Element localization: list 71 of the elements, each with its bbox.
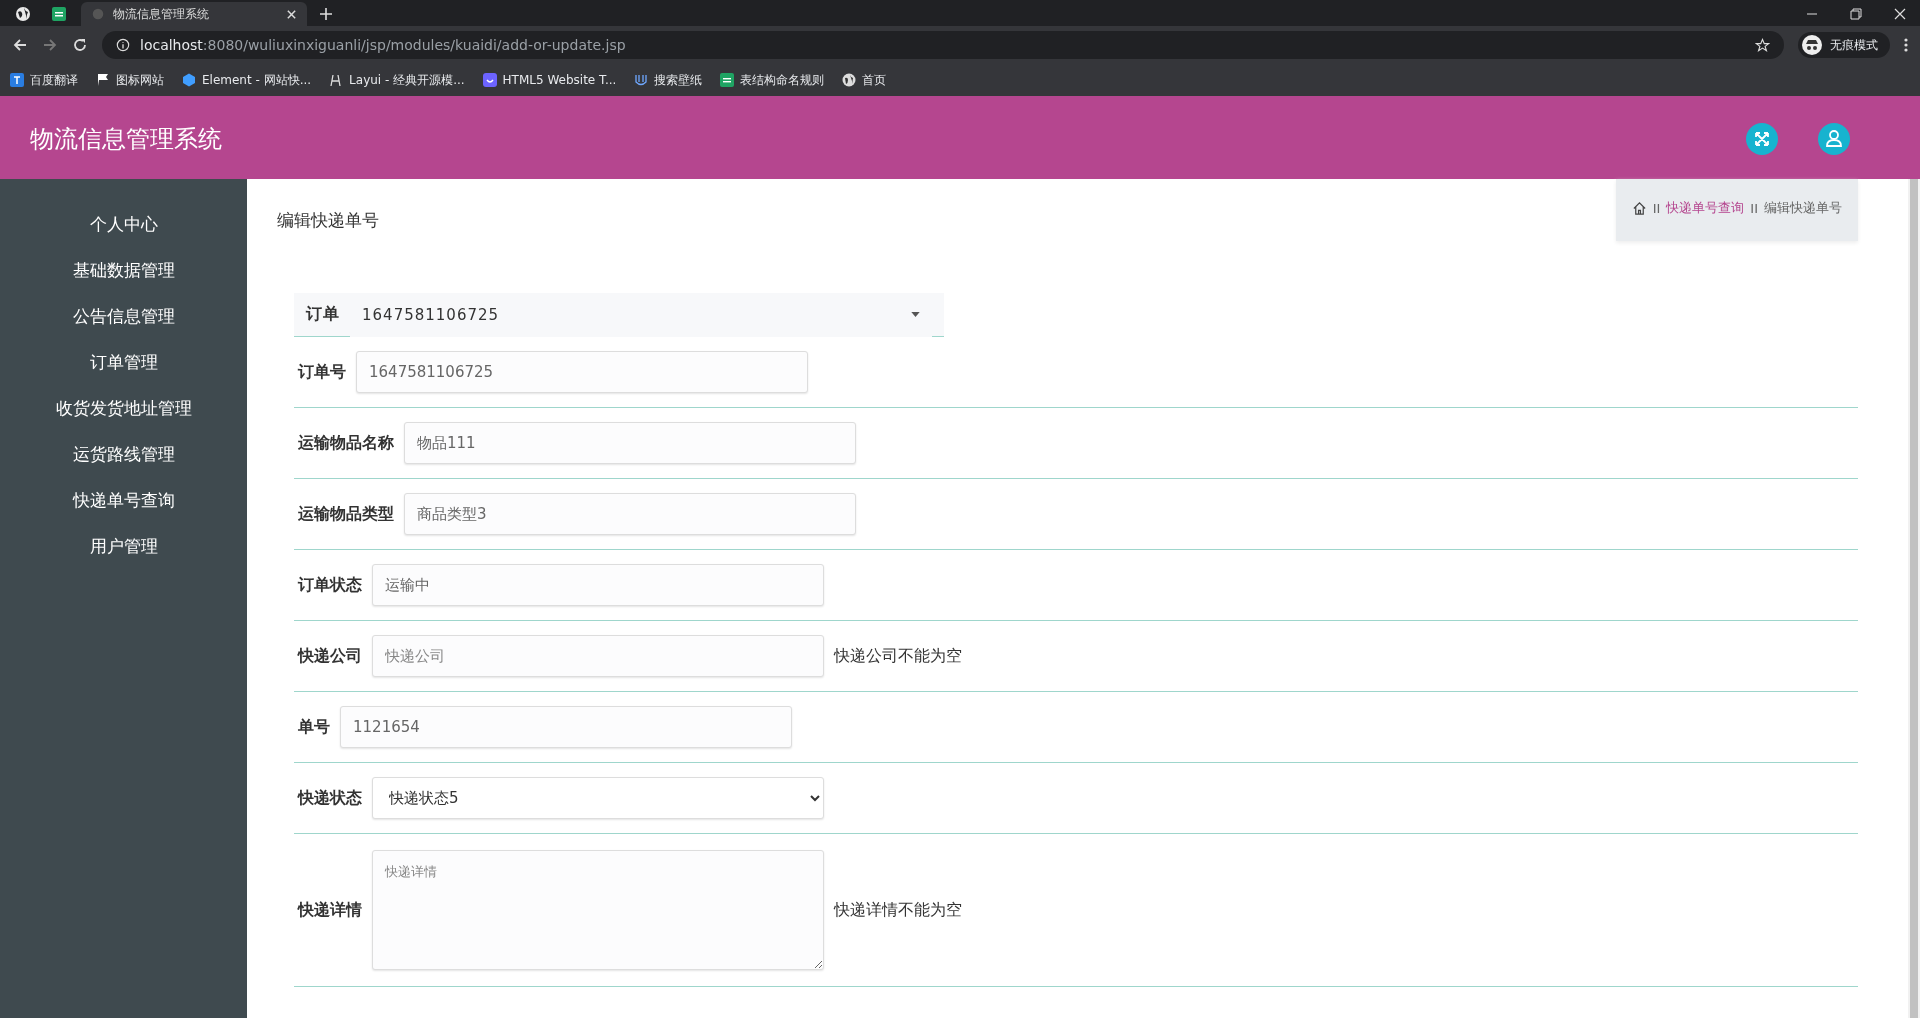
field-label: 快递公司 <box>298 645 362 667</box>
forward-icon[interactable] <box>42 37 58 53</box>
restore-icon[interactable] <box>1850 8 1862 20</box>
spreadsheet-icon <box>720 73 735 87</box>
input-field[interactable]: 快递公司 <box>372 635 824 677</box>
field-label: 快递状态 <box>298 787 362 809</box>
status-select[interactable]: 快递状态5 <box>372 777 824 819</box>
translate-icon <box>10 73 24 87</box>
input-field[interactable]: 运输中 <box>372 564 824 606</box>
input-field[interactable]: 1121654 <box>340 706 792 748</box>
bookmark[interactable]: 百度翻译 <box>10 71 78 89</box>
field-label: 运输物品类型 <box>298 503 394 525</box>
home-icon[interactable] <box>1631 200 1647 216</box>
breadcrumb-text: 编辑快递单号 <box>1764 199 1842 217</box>
globe-icon[interactable] <box>15 6 31 22</box>
url-text: localhost:8080/wuliuxinxiguanli/jsp/modules/kuaidi/add-or-update.jsp <box>140 37 627 53</box>
field-label: 运输物品名称 <box>298 432 394 454</box>
breadcrumb-separator: II <box>1652 200 1661 216</box>
ladder-icon <box>329 73 344 87</box>
sidebar-item[interactable]: 快递单号查询 <box>0 477 247 523</box>
sidebar-item[interactable]: 个人中心 <box>0 201 247 247</box>
browser-tab[interactable]: 物流信息管理系统 <box>81 2 307 26</box>
new-tab-icon[interactable] <box>319 7 333 21</box>
address-bar[interactable]: localhost:8080/wuliuxinxiguanli/jsp/modules/kuaidi/add-or-update.jsp <box>102 31 1784 59</box>
input-field[interactable]: 商品类型3 <box>404 493 856 535</box>
field-label: 订单号 <box>298 361 346 383</box>
reload-icon[interactable] <box>72 37 88 53</box>
breadcrumb-separator: II <box>1750 200 1758 216</box>
globe-icon <box>842 73 857 87</box>
close-icon[interactable] <box>1894 8 1906 20</box>
field-label: 单号 <box>298 716 330 738</box>
incognito-button[interactable]: 无痕模式 <box>1798 32 1890 58</box>
field-label: 快递详情 <box>298 899 362 921</box>
scrollbar[interactable] <box>1908 179 1920 1018</box>
hexagon-icon <box>182 73 196 87</box>
field-label: 订单状态 <box>298 574 362 596</box>
sidebar-item[interactable]: 订单管理 <box>0 339 247 385</box>
input-field[interactable]: 物品111 <box>404 422 856 464</box>
smile-icon <box>482 73 497 87</box>
close-icon[interactable] <box>286 8 297 20</box>
bookmark[interactable]: HTML5 Website T... <box>482 73 617 87</box>
spreadsheet-icon[interactable] <box>51 6 67 22</box>
user-button[interactable] <box>1818 123 1850 155</box>
fullscreen-button[interactable] <box>1746 123 1778 155</box>
back-icon[interactable] <box>12 37 28 53</box>
bookmark[interactable]: Layui - 经典开源模... <box>329 71 465 89</box>
caret-icon <box>911 312 920 317</box>
incognito-icon <box>1802 35 1822 55</box>
bookmark[interactable]: 图标网站 <box>96 71 164 89</box>
bookmark[interactable]: 搜索壁纸 <box>634 71 703 89</box>
breadcrumb-link[interactable]: 快递单号查询 <box>1666 199 1745 217</box>
sidebar-item[interactable]: 公告信息管理 <box>0 293 247 339</box>
sidebar-item[interactable]: 基础数据管理 <box>0 247 247 293</box>
sidebar-item[interactable]: 运货路线管理 <box>0 431 247 477</box>
input-field[interactable]: 1647581106725 <box>356 351 808 393</box>
menu-icon[interactable] <box>1904 37 1908 53</box>
bookmark[interactable]: 首页 <box>842 71 887 89</box>
details-textarea[interactable]: 快递详情 <box>372 850 824 970</box>
page-icon <box>91 7 105 21</box>
bookmark[interactable]: 表结构命名规则 <box>720 71 825 89</box>
app-title: 物流信息管理系统 <box>30 124 222 155</box>
star-icon[interactable] <box>1755 37 1770 53</box>
info-icon <box>116 38 130 52</box>
error-message: 快递公司不能为空 <box>834 645 962 667</box>
bookmark[interactable]: Element - 网站快... <box>182 71 312 89</box>
field-label: 订单 <box>306 304 340 325</box>
sidebar-item[interactable]: 收货发货地址管理 <box>0 385 247 431</box>
page-title: 编辑快递单号 <box>277 209 379 232</box>
sidebar-item[interactable]: 用户管理 <box>0 523 247 569</box>
fork-icon <box>634 73 649 87</box>
error-message: 快递详情不能为空 <box>834 899 962 921</box>
